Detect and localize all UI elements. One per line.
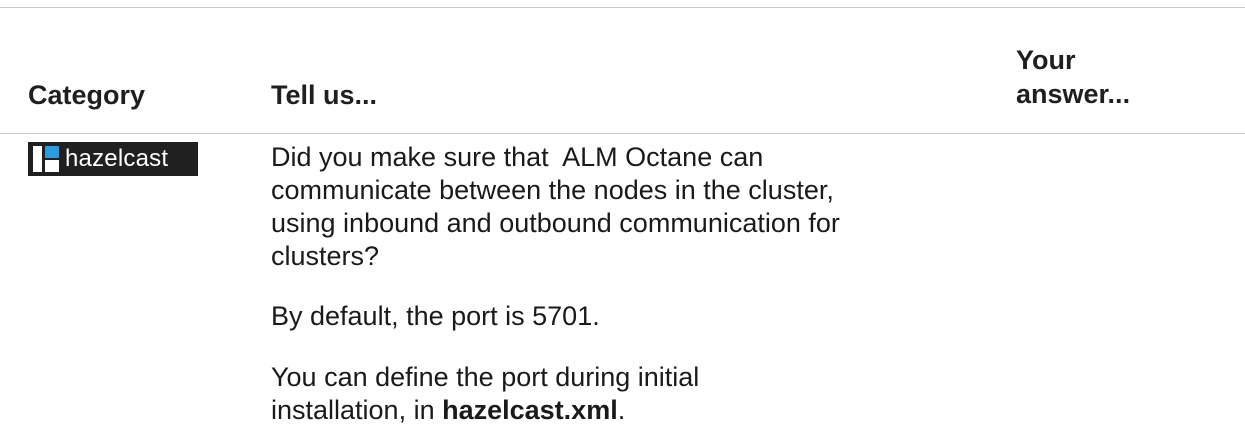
question-line: Did you make sure that ALM Octane can	[271, 142, 764, 172]
top-divider	[0, 7, 1245, 8]
define-port-line: installation, in hazelcast.xml.	[271, 394, 871, 427]
column-header-your-answer-line2: answer...	[1016, 79, 1131, 109]
hazelcast-logo-icon	[33, 146, 59, 172]
define-port-suffix: .	[617, 395, 626, 425]
define-port-line: You can define the port during initial	[271, 362, 700, 392]
question-line: communicate between the nodes in the clu…	[271, 175, 834, 205]
default-port-paragraph: By default, the port is 5701.	[271, 301, 600, 331]
hazelcast-logo: hazelcast	[28, 142, 198, 176]
hazelcast-logo-text: hazelcast	[65, 145, 169, 172]
question-line: using inbound and outbound communication…	[271, 208, 840, 238]
column-header-category: Category	[28, 80, 146, 110]
define-port-paragraph: You can define the port during initial i…	[271, 361, 871, 427]
question-line: clusters?	[271, 241, 380, 271]
define-port-prefix: installation, in	[271, 395, 443, 425]
column-header-your-answer: Your answer...	[1016, 43, 1216, 111]
column-header-tell-us: Tell us...	[271, 80, 378, 110]
column-header-your-answer-line1: Your	[1016, 45, 1076, 75]
question-paragraph: Did you make sure that ALM Octane can co…	[271, 141, 871, 273]
header-divider	[0, 133, 1245, 134]
config-file-name: hazelcast.xml	[442, 395, 618, 425]
requirements-table: Category Tell us... Your answer... hazel…	[0, 0, 1245, 447]
